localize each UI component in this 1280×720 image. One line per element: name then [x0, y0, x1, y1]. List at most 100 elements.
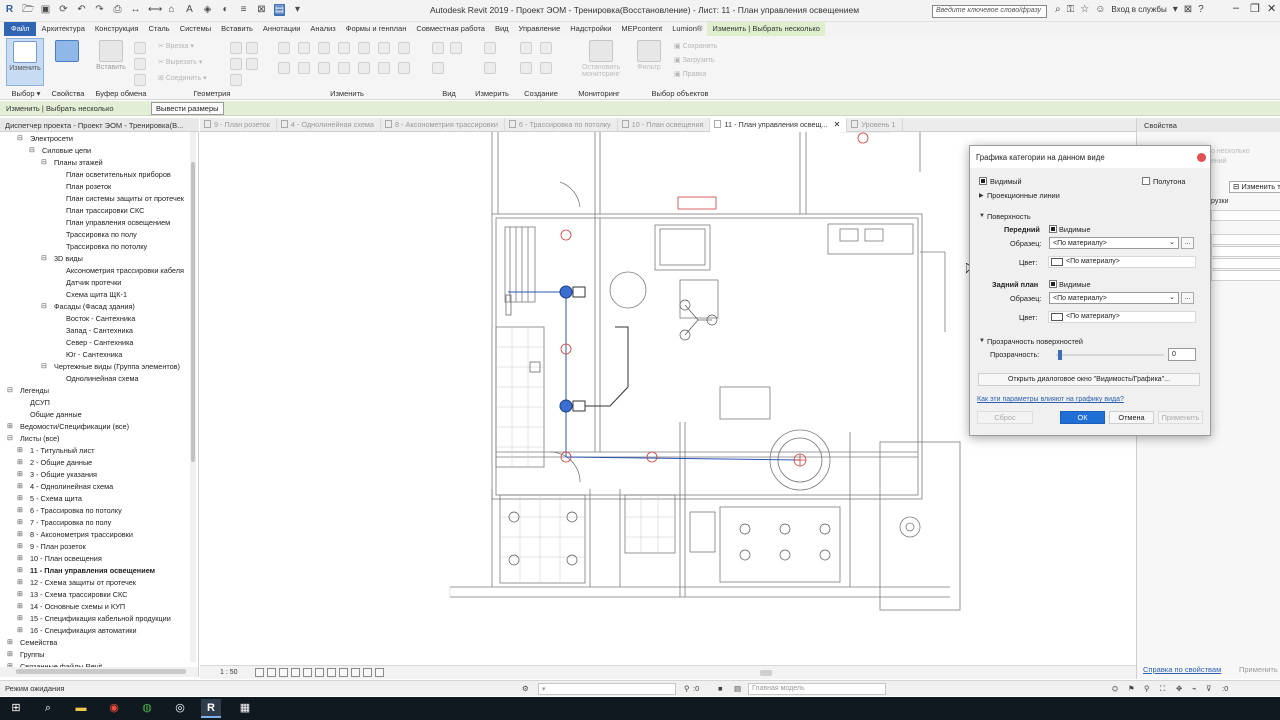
tree-toggle-icon[interactable]: ⊞ — [17, 458, 23, 468]
tree-item[interactable]: Схема щита ЩК-1 — [66, 290, 127, 300]
tree-toggle-icon[interactable]: ⊞ — [17, 542, 23, 552]
view-tab[interactable]: 8 - Аксонометрия трассировки — [381, 118, 505, 132]
tree-item[interactable]: Восток - Сантехника — [66, 314, 135, 324]
tab-insert[interactable]: Вставить — [216, 22, 258, 36]
transparency-section[interactable]: Прозрачность поверхностей — [987, 337, 1083, 346]
section-icon[interactable]: ◐ — [220, 4, 231, 16]
pin-icon[interactable] — [398, 42, 410, 54]
tree-item[interactable]: ДСУП — [30, 398, 50, 408]
view-tab[interactable]: 10 - План освещения — [618, 118, 711, 132]
exchange-icon[interactable]: ⊠ — [1184, 4, 1192, 15]
thin-lines-icon[interactable]: ≡ — [238, 4, 249, 16]
tree-item[interactable]: 1 - Титульный лист — [30, 446, 94, 456]
select-by-face-icon[interactable]: ⛶ — [1160, 684, 1165, 694]
activate-dimensions-button[interactable]: Вывести размеры — [151, 102, 224, 115]
tab-view[interactable]: Вид — [490, 22, 514, 36]
measure-icon[interactable]: ↔ — [130, 4, 141, 16]
tree-item[interactable]: 15 - Спецификация кабельной продукции — [30, 614, 171, 624]
tab-steel[interactable]: Сталь — [143, 22, 174, 36]
chrome-icon[interactable]: ◉ — [104, 699, 124, 718]
background-process-icon[interactable]: ⌁ — [1192, 684, 1197, 693]
create-group-icon[interactable] — [520, 42, 532, 54]
tree-toggle-icon[interactable]: ⊟ — [29, 146, 35, 156]
workset-combo[interactable]: ▾ — [538, 683, 676, 695]
sign-in-link[interactable]: Вход в службы — [1111, 5, 1166, 14]
view-tab[interactable]: 6 - Трассировка по потолку — [505, 118, 618, 132]
slider-knob[interactable] — [1058, 350, 1062, 360]
help-icon[interactable]: ? — [1198, 4, 1204, 15]
tree-toggle-icon[interactable]: ⊞ — [17, 626, 23, 636]
tree-item[interactable]: Листы (все) — [20, 434, 60, 444]
edit-selection-row[interactable]: ▣ Правка — [674, 70, 706, 78]
save-icon[interactable]: ▣ — [40, 4, 51, 16]
move-icon[interactable] — [278, 62, 290, 74]
join-row[interactable]: ⊞ Соединить ▾ — [158, 74, 207, 82]
tree-toggle-icon[interactable]: ⊟ — [41, 302, 47, 312]
tree-item[interactable]: 16 - Спецификация автоматики — [30, 626, 137, 636]
tree-item[interactable]: Семейства — [20, 638, 57, 648]
tree-item[interactable]: 14 - Основные схемы и КУП — [30, 602, 125, 612]
tree-toggle-icon[interactable]: ⊞ — [7, 638, 13, 648]
tab-systems[interactable]: Системы — [175, 22, 216, 36]
calculator-icon[interactable]: ▦ — [235, 699, 255, 718]
foreground-color-picker[interactable]: <По материалу> — [1048, 256, 1196, 268]
wall-join-icon[interactable] — [230, 42, 242, 54]
properties-row[interactable] — [1211, 234, 1280, 245]
save-selection-row[interactable]: ▣ Сохранить — [674, 42, 717, 50]
properties-row[interactable] — [1211, 270, 1280, 281]
collapse-arrow-icon[interactable]: ▼ — [979, 213, 985, 219]
tree-toggle-icon[interactable]: ⊞ — [17, 566, 23, 576]
tab-file[interactable]: Файл — [4, 22, 37, 36]
binoculars-icon[interactable]: ⌕ — [1055, 4, 1061, 15]
tab-collaborate[interactable]: Совместная работа — [411, 22, 490, 36]
tab-mepcontent[interactable]: MEPcontent — [616, 22, 667, 36]
subscription-icon[interactable]: ⚿ — [1067, 4, 1075, 15]
mirror-axis-icon[interactable] — [318, 42, 330, 54]
undo-icon[interactable]: ↶ — [76, 4, 87, 16]
revit-taskbar-icon[interactable]: R — [201, 699, 221, 718]
shadows-icon[interactable] — [291, 668, 300, 677]
view-tab[interactable]: 4 - Однолинейная схема — [277, 118, 381, 132]
view-tab[interactable]: Уровень 1 — [847, 118, 903, 132]
split-gap-icon[interactable] — [378, 42, 390, 54]
tree-item[interactable]: Датчик протечки — [66, 278, 121, 288]
tab-annotate[interactable]: Аннотации — [258, 22, 306, 36]
tree-item[interactable]: План системы защиты от протечек — [66, 194, 184, 204]
main-model-combo[interactable]: Главная модель — [748, 683, 886, 695]
tab-architecture[interactable]: Архитектура — [36, 22, 89, 36]
qat-more-icon[interactable]: ▾ — [292, 4, 303, 16]
background-pattern-select[interactable]: <По материалу> ⌄ — [1049, 292, 1179, 304]
light-switch-symbol[interactable] — [559, 399, 573, 413]
tree-toggle-icon[interactable]: ⊟ — [7, 434, 13, 444]
properties-help-link[interactable]: Справка по свойствам — [1143, 665, 1221, 674]
properties-row[interactable] — [1211, 210, 1280, 221]
tree-item[interactable]: Общие данные — [30, 410, 82, 420]
hide-icon[interactable] — [450, 42, 462, 54]
app-icon[interactable]: ◍ — [137, 699, 157, 718]
cut-geometry-row[interactable]: ✂ Врезка ▾ — [158, 42, 194, 50]
exclude-options-icon[interactable]: ■ — [718, 684, 723, 693]
foreground-pattern-browse[interactable]: ... — [1181, 237, 1194, 249]
create-similar-icon[interactable] — [520, 62, 532, 74]
cancel-button[interactable]: Отмена — [1109, 411, 1154, 424]
create-assembly-icon[interactable] — [540, 62, 552, 74]
show-crop-icon[interactable] — [315, 668, 324, 677]
tree-item[interactable]: 3 - Общие указания — [30, 470, 97, 480]
tree-item[interactable]: 2 - Общие данные — [30, 458, 92, 468]
override-graphics-icon[interactable] — [432, 42, 444, 54]
design-options-icon[interactable]: ⚲ — [684, 684, 690, 693]
tab-manage[interactable]: Управление — [514, 22, 566, 36]
print-icon[interactable]: ⎙ — [112, 4, 123, 16]
tree-item[interactable]: Однолинейная схема — [66, 374, 139, 384]
switch-windows-icon[interactable]: ▤ — [274, 4, 285, 16]
tree-item[interactable]: 3D виды — [54, 254, 83, 264]
project-browser-scrollbar[interactable] — [190, 132, 196, 662]
temp-hide-icon[interactable] — [339, 668, 348, 677]
search-input[interactable]: Введите ключевое слово/фразу — [932, 5, 1047, 18]
tree-toggle-icon[interactable]: ⊞ — [17, 602, 23, 612]
select-pinned-icon[interactable]: ⚲ — [1144, 684, 1150, 693]
tree-toggle-icon[interactable]: ⊞ — [17, 554, 23, 564]
tree-item[interactable]: Запад - Сантехника — [66, 326, 133, 336]
hscrollbar-thumb[interactable] — [16, 669, 186, 674]
tree-item[interactable]: Силовые цепи — [42, 146, 91, 156]
